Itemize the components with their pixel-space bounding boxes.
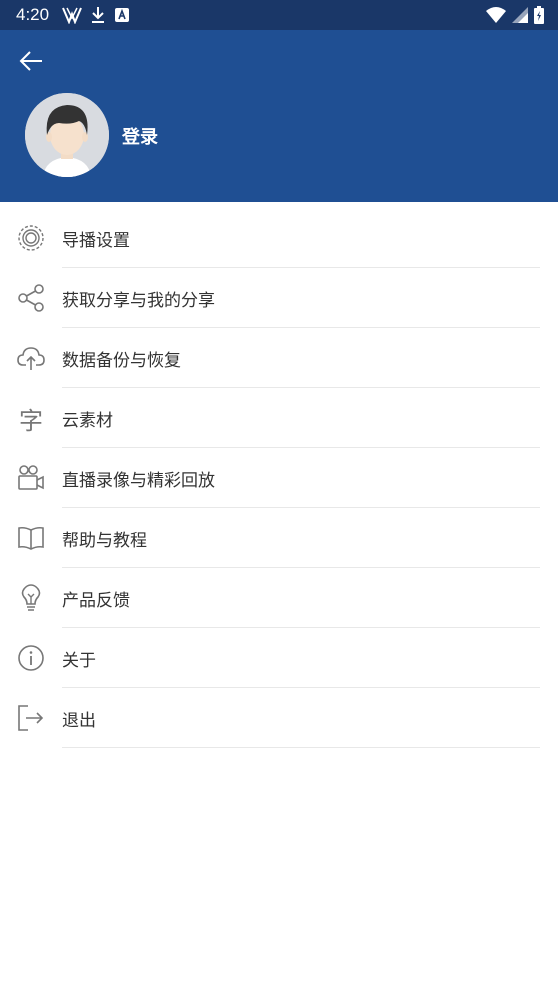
character-icon: 字 (19, 407, 43, 435)
lightbulb-icon (21, 584, 41, 611)
default-avatar-icon (25, 93, 109, 177)
status-bar: 4:20 (0, 0, 558, 30)
logout-icon (18, 705, 44, 731)
menu-item-feedback[interactable]: 产品反馈 (0, 568, 558, 628)
profile-header: 登录 (0, 30, 558, 202)
battery-icon (534, 6, 544, 24)
info-icon (18, 645, 44, 671)
status-time: 4:20 (16, 5, 50, 24)
back-arrow-icon[interactable] (16, 46, 46, 76)
broadcast-settings-icon (18, 225, 44, 251)
menu-item-label: 获取分享与我的分享 (62, 291, 215, 311)
menu-item-about[interactable]: 关于 (0, 628, 558, 688)
menu-item-label: 关于 (62, 651, 96, 671)
cloud-upload-icon (17, 347, 45, 370)
menu-item-help[interactable]: 帮助与教程 (0, 508, 558, 568)
menu-item-label: 退出 (62, 711, 96, 731)
menu-item-label: 产品反馈 (62, 591, 130, 611)
menu-item-label: 云素材 (62, 411, 113, 431)
menu-item-label: 帮助与教程 (62, 531, 147, 551)
login-link[interactable]: 登录 (122, 123, 158, 149)
menu-item-share[interactable]: 获取分享与我的分享 (0, 268, 558, 328)
share-icon (18, 284, 44, 312)
drawer-menu: 导播设置 获取分享与我的分享 数据备份与恢复 字 云素材 直播录像与精彩回放 帮… (0, 208, 558, 748)
font-a-icon (115, 8, 129, 22)
video-camera-icon (18, 465, 44, 490)
menu-item-label: 直播录像与精彩回放 (62, 471, 215, 491)
book-icon (18, 526, 44, 550)
menu-item-label: 导播设置 (62, 231, 130, 251)
avatar[interactable] (25, 93, 109, 177)
status-right-icons (486, 5, 544, 25)
menu-item-logout[interactable]: 退出 (0, 688, 558, 748)
menu-item-broadcast-settings[interactable]: 导播设置 (0, 208, 558, 268)
download-icon (92, 7, 104, 23)
signal-icon (512, 7, 528, 23)
wifi-icon (486, 7, 506, 23)
menu-item-backup-restore[interactable]: 数据备份与恢复 (0, 328, 558, 388)
menu-item-cloud-material[interactable]: 字 云素材 (0, 388, 558, 448)
menu-item-recordings[interactable]: 直播录像与精彩回放 (0, 448, 558, 508)
vpn-v-icon (62, 7, 82, 24)
divider (62, 747, 540, 748)
menu-item-label: 数据备份与恢复 (62, 351, 181, 371)
status-left-icons (62, 5, 130, 25)
